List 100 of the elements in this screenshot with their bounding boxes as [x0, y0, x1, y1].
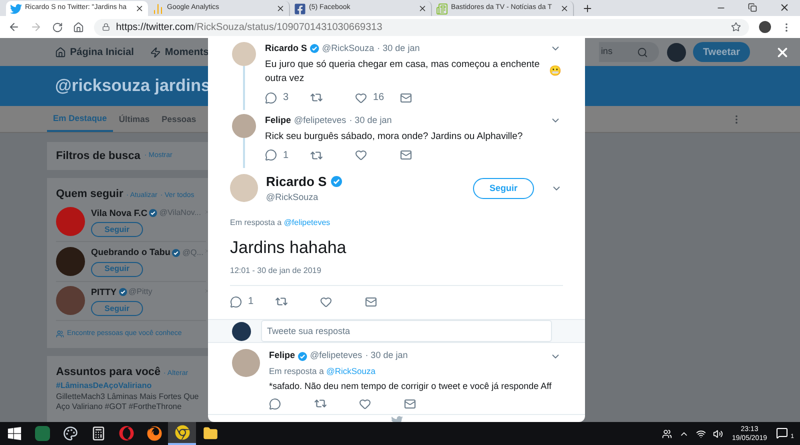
tweet-time: · 30 de jan [349, 114, 392, 127]
reply-icon[interactable] [230, 296, 242, 308]
verified-icon [172, 248, 180, 257]
lightning-icon [150, 46, 161, 58]
search-text: ins [600, 45, 612, 58]
like-icon[interactable] [359, 398, 371, 410]
new-tab-icon[interactable] [582, 3, 593, 14]
author-handle: @RickSouza [266, 191, 320, 204]
account-name[interactable]: PITTY [91, 286, 117, 299]
author-handle: @felipeteves [294, 114, 346, 127]
bird-icon [10, 2, 22, 14]
close-icon[interactable] [779, 2, 790, 13]
author-handle: @felipeteves [310, 349, 362, 362]
follow-button[interactable]: Seguir [473, 178, 534, 199]
facebook-icon [294, 2, 306, 14]
message-icon[interactable] [365, 296, 377, 308]
windows-icon [6, 426, 22, 441]
card-title: Filtros de busca [56, 148, 140, 164]
profile-avatar[interactable] [232, 322, 251, 341]
search-icon[interactable] [637, 46, 648, 58]
like-icon[interactable] [320, 296, 332, 308]
author-name[interactable]: Felipe [269, 349, 296, 363]
author-name[interactable]: Felipe [265, 114, 292, 128]
retweet-icon[interactable] [314, 397, 327, 410]
news-icon [436, 2, 448, 14]
card-title: Quem seguir [56, 187, 124, 202]
search-tab[interactable]: Últimas [112, 106, 156, 132]
search-tab[interactable]: Pessoas [156, 106, 202, 132]
close-icon[interactable] [560, 4, 569, 13]
opera-icon [118, 426, 134, 441]
tweet-text: *safado. Não deu nem tempo de corrigir o tweet e você já responde Aff [269, 380, 553, 393]
tweet-timestamp: 12:01 - 30 de jan de 2019 [230, 265, 322, 278]
author-name[interactable]: Ricardo S [265, 42, 308, 56]
like-icon[interactable] [355, 92, 367, 104]
home-icon[interactable] [73, 22, 84, 32]
search-tab[interactable]: Em Destaque [47, 106, 113, 132]
account-avatar[interactable] [56, 246, 85, 276]
bar-chart-icon [152, 2, 164, 14]
account-avatar[interactable] [56, 286, 85, 316]
reload-icon[interactable] [52, 22, 63, 32]
message-icon[interactable] [404, 398, 416, 410]
lock-icon [102, 23, 110, 31]
spreadsheet-icon [34, 426, 50, 441]
reply-count: 1 [248, 295, 254, 310]
tweet-text: Jardins hahaha [230, 236, 348, 259]
people-icon [56, 330, 64, 338]
reply-count: 1 [283, 148, 289, 163]
bookmark-star-icon[interactable] [731, 22, 741, 32]
reply-context: Em resposta a [269, 366, 324, 376]
back-icon[interactable] [8, 21, 20, 33]
nav-link[interactable]: Página Inicial [55, 44, 134, 60]
reply-field[interactable]: Tweete sua resposta [261, 320, 552, 342]
tweet-time: · 30 de jan [377, 42, 420, 55]
like-icon[interactable] [355, 149, 367, 162]
verified-icon [118, 288, 127, 296]
wifi-icon[interactable] [696, 428, 706, 438]
account-name[interactable]: Vila Nova F.C [91, 206, 148, 220]
nav-link[interactable]: Moments [150, 44, 209, 60]
author-name[interactable]: Ricardo S [266, 172, 327, 192]
notifications-icon[interactable] [776, 426, 788, 438]
retweet-icon[interactable] [275, 295, 288, 308]
retweet-icon[interactable] [310, 91, 323, 104]
close-icon[interactable] [418, 4, 427, 13]
follow-button[interactable]: Seguir [91, 301, 143, 316]
reply-icon[interactable] [269, 398, 281, 410]
follow-button[interactable]: Seguir [91, 262, 143, 276]
palette-icon [62, 426, 78, 441]
close-icon[interactable] [135, 4, 144, 13]
mention-link[interactable]: @RickSouza [326, 366, 376, 376]
account-name[interactable]: Quebrando o Tabu [91, 246, 170, 260]
restore-icon[interactable] [748, 3, 757, 12]
tweet-button[interactable]: Tweetar [692, 42, 750, 62]
calculator-icon [90, 426, 106, 441]
trend-description: GilletteMach3 Lâminas Mais Fortes Que Aço Valiriano #GOT #FortheThrone [56, 392, 200, 412]
chrome-icon [174, 425, 190, 440]
folder-icon [202, 426, 218, 441]
verified-icon [149, 209, 158, 218]
reply-count: 3 [283, 91, 289, 105]
reply-icon[interactable] [265, 92, 277, 104]
tweet-text: Rick seu burguês sábado, mora onde? Jardins ou Alphaville? [265, 130, 523, 144]
trend-hashtag[interactable]: #LâminasDeAçoValiriano [56, 380, 206, 392]
message-icon[interactable] [400, 92, 412, 104]
profile-avatar[interactable] [759, 21, 771, 33]
taskbar-app[interactable] [168, 422, 196, 445]
retweet-icon[interactable] [310, 148, 323, 162]
people-icon[interactable] [662, 428, 672, 438]
home-icon [55, 46, 66, 58]
close-icon[interactable] [276, 4, 285, 13]
emoji: 😬 [549, 64, 561, 80]
firefox-icon [146, 426, 162, 441]
search-field[interactable]: ins [598, 42, 659, 62]
volume-icon[interactable] [712, 428, 723, 438]
message-icon[interactable] [400, 149, 412, 162]
mention-link[interactable]: @felipeteves [284, 218, 330, 227]
author-handle: @RickSouza [322, 42, 374, 55]
like-count: 16 [373, 91, 384, 105]
reply-icon[interactable] [265, 149, 277, 162]
tweet-text: Eu juro que só queria chegar em casa, mas começou a enchente outra vez [265, 58, 541, 86]
address-field[interactable]: https://twitter.com/RickSouza/status/1090701431030669313 [94, 18, 749, 36]
follow-button[interactable]: Seguir [91, 222, 143, 237]
